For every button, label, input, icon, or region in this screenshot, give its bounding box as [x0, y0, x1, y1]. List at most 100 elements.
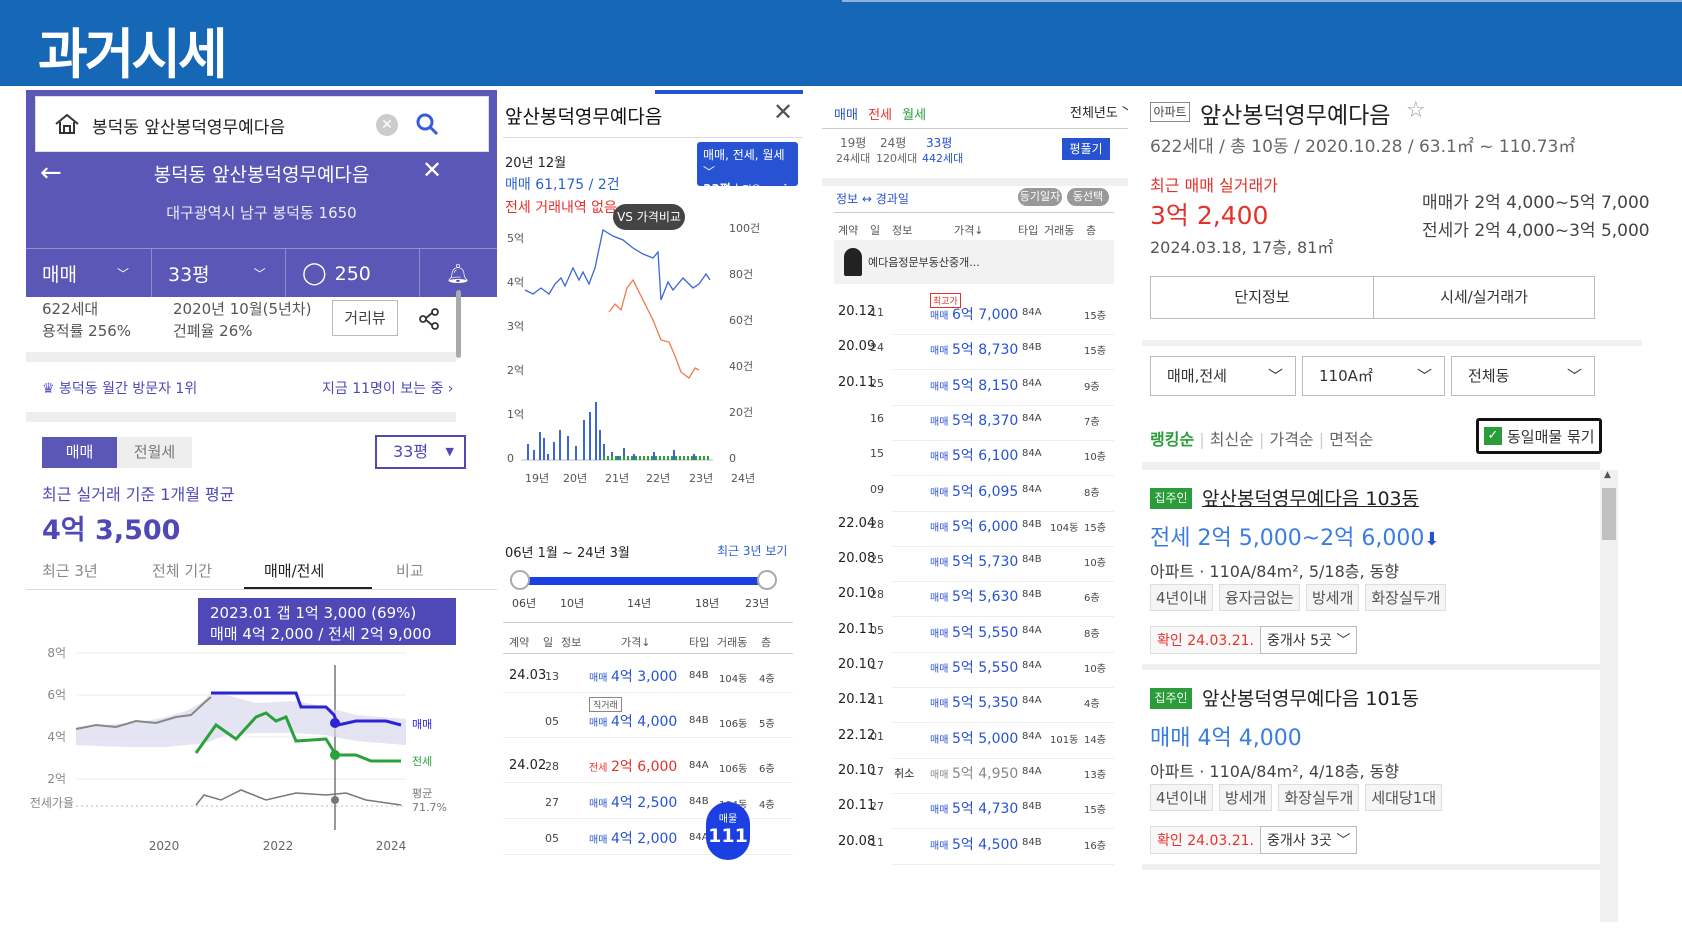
sort-area[interactable]: 면적순 [1329, 430, 1373, 449]
table-row[interactable]: 24.02 28 전세 2억 6,000 84A 106동 6층 [503, 750, 793, 784]
agent-row[interactable]: 예다음정문부동산중개... [834, 240, 1114, 284]
column-header[interactable]: 일 [543, 634, 553, 650]
size-select[interactable]: 33평 ﹀ [152, 249, 286, 298]
column-header[interactable]: 가격↓ [621, 634, 650, 650]
table-row[interactable]: 20.10 17 매매 5억 5,550 84A 10층 [834, 653, 1114, 688]
search-icon[interactable] [414, 111, 440, 137]
live-viewers-link[interactable]: 지금 11명이 보는 중 › [322, 378, 453, 398]
table-row[interactable]: 15 매매 5억 6,100 84A 10층 [834, 441, 1114, 477]
area-filter[interactable]: 110A㎡ ﹀ [1302, 356, 1445, 396]
listings-fab[interactable]: 매물 111 [706, 802, 750, 860]
building-select-pill[interactable]: 동선택 [1067, 188, 1109, 206]
table-row[interactable]: 20.10 17 취소 매매 5억 4,950 84A 13층 [834, 759, 1114, 794]
period-tab-sale-jeonse[interactable]: 매매/전세 [264, 560, 324, 581]
table-row[interactable]: 20.11 25 매매 5억 8,150 84A 9층 [834, 371, 1114, 406]
sort-latest[interactable]: 최신순 [1210, 430, 1254, 449]
building-filter[interactable]: 전체동 ﹀ [1451, 356, 1595, 396]
toggle-rent[interactable]: 전월세 [117, 437, 192, 468]
period-tab-all[interactable]: 전체 기간 [152, 560, 212, 581]
column-header[interactable]: 정보 [892, 222, 912, 238]
listing-card[interactable]: 집주인 앞산봉덕영무예다음 101동 매매 4억 4,000 아파트 · 110A/8… [1142, 678, 1600, 870]
size-dropdown[interactable]: 33평 ▼ [375, 435, 466, 469]
jeonse-volume-bar [607, 456, 609, 460]
star-icon[interactable]: ☆ [1406, 98, 1426, 123]
table-row[interactable]: 22.12 01 매매 5억 5,000 84A 101동 14층 [834, 724, 1114, 759]
close-icon[interactable]: ✕ [422, 156, 442, 184]
share-icon[interactable] [418, 308, 440, 330]
tab-jeonse[interactable]: 전세 [868, 108, 892, 123]
group-same-listing-label: 동일매물 묶기 [1507, 428, 1595, 446]
table-row[interactable]: 09 매매 5억 6,095 84A 8층 [834, 477, 1114, 512]
table-row[interactable]: 20.12 11 최고가 매매 6억 7,000 84A 15층 [834, 293, 1114, 335]
deal-type-filter[interactable]: 매매,전세 ﹀ [1150, 356, 1296, 396]
scrollbar[interactable] [456, 290, 461, 358]
column-header[interactable]: 층 [1086, 222, 1096, 238]
toggle-sale[interactable]: 매매 [42, 437, 117, 468]
sort-ranking[interactable]: 랭킹순 [1150, 430, 1194, 449]
registration-date-pill[interactable]: 등기일자 [1018, 188, 1062, 206]
search-box[interactable]: 봉덕동 앞산봉덕영무예다음 ✕ [35, 96, 489, 152]
column-header[interactable]: 거래동 [1044, 222, 1074, 238]
column-header[interactable]: 가격↓ [954, 222, 983, 238]
column-header[interactable]: 타입 [689, 634, 709, 650]
deal-type-select[interactable]: 매매 ﹀ [26, 249, 152, 298]
size-tab-pyeong[interactable]: 19평 [840, 134, 866, 151]
column-header[interactable]: 타입 [1018, 222, 1038, 238]
price-trend-chart[interactable]: 8억 6억 4억 2억전세가율 2020 2022 2024 매매전세평균71.7% [26, 645, 497, 922]
table-row[interactable]: 20.11 27 매매 5억 4,730 84B 15층 [834, 794, 1114, 830]
listing-card[interactable]: 집주인 앞산봉덕영무예다음 103동 전세 2억 5,000~2억 6,000⬇ 아파… [1142, 478, 1600, 670]
column-header[interactable]: 거래동 [717, 634, 747, 650]
range-slider-start-handle[interactable] [510, 570, 530, 590]
scroll-up-icon[interactable]: ▲ [1604, 470, 1611, 480]
table-row[interactable]: 05 직거래 매매 4억 4,000 84B 106동 5층 [503, 697, 793, 739]
range-slider-track[interactable] [519, 577, 769, 585]
table-row[interactable]: 20.12 11 매매 5억 5,350 84A 4층 [834, 688, 1114, 724]
period-tab-compare[interactable]: 비교 [396, 560, 424, 581]
table-row[interactable]: 20.11 05 매매 5억 5,550 84A 8층 [834, 618, 1114, 653]
table-row[interactable]: 20.08 25 매매 5억 5,730 84B 10층 [834, 547, 1114, 583]
scrollbar-thumb[interactable] [1602, 488, 1616, 540]
range-slider-end-handle[interactable] [757, 570, 777, 590]
period-tab-3y[interactable]: 최근 3년 [42, 560, 98, 581]
clear-icon[interactable]: ✕ [376, 114, 398, 136]
sort-price[interactable]: 가격순 [1269, 430, 1313, 449]
listing-title[interactable]: 앞산봉덕영무예다음 103동 [1202, 484, 1419, 511]
scrollbar[interactable]: ▲ [1600, 470, 1618, 922]
tab-sale[interactable]: 매매 [834, 108, 858, 123]
table-row[interactable]: 16 매매 5억 8,370 84A 7층 [834, 406, 1114, 441]
street-view-button[interactable]: 거리뷰 [332, 300, 398, 336]
info-elapsed-toggle[interactable]: 정보 ↔ 경과일 [836, 190, 909, 207]
volume-bar [539, 432, 541, 460]
size-tab-pyeong[interactable]: 24평 [880, 134, 906, 151]
price-history-button[interactable]: 시세/실거래가 [1373, 276, 1595, 319]
agents-dropdown[interactable]: 중개사 3곳 ﹀ [1260, 826, 1358, 854]
close-icon[interactable]: ✕ [773, 98, 793, 126]
column-header[interactable]: 계약 [509, 634, 529, 650]
group-same-listing-toggle[interactable]: ✓ 동일매물 묶기 [1476, 418, 1602, 454]
filter-chip[interactable]: 매매, 전세, 월세 ﹀ 33평 | 전용 84㎡ [697, 142, 798, 196]
column-header[interactable]: 층 [761, 634, 771, 650]
deal-kind: 매매 [930, 558, 949, 570]
table-row[interactable]: 20.09 24 매매 5억 8,730 84B 15층 [834, 335, 1114, 371]
search-input[interactable]: 봉덕동 앞산봉덕영무예다음 [92, 113, 285, 138]
column-header[interactable]: 정보 [561, 634, 581, 650]
tab-monthly[interactable]: 월세 [902, 108, 926, 123]
table-row[interactable]: 24.03 13 매매 4억 3,000 84B 104동 4층 [503, 660, 793, 694]
table-row[interactable]: 20.08 11 매매 5억 4,500 84B 16층 [834, 830, 1114, 865]
agents-dropdown[interactable]: 중개사 5곳 ﹀ [1260, 626, 1358, 654]
table-row[interactable]: 20.10 28 매매 5억 5,630 84B 6층 [834, 582, 1114, 618]
filter-area: 전용 84㎡ [742, 185, 787, 196]
recent-3y-link[interactable]: 최근 3년 보기 [717, 542, 787, 559]
comments-tab[interactable]: ◯ 250 [286, 249, 420, 298]
pyeong-button[interactable]: 평풀기 [1062, 138, 1110, 160]
trade-chart[interactable]: 6억5억4억3억2억1억0120건100건80건60건40건20건019년20년… [503, 220, 803, 530]
complex-info-button[interactable]: 단지정보 [1150, 276, 1374, 319]
contract-day: 28 [870, 588, 884, 602]
size-tab-pyeong[interactable]: 33평 [926, 134, 952, 151]
slider-tick-label: 10년 [560, 597, 585, 610]
column-header[interactable]: 계약 [838, 222, 858, 238]
year-select[interactable]: 전체년도 ﹀ [1070, 102, 1128, 121]
listing-title[interactable]: 앞산봉덕영무예다음 101동 [1202, 684, 1419, 711]
table-row[interactable]: 22.04 28 매매 5억 6,000 84B 104동 15층 [834, 512, 1114, 547]
column-header[interactable]: 일 [870, 222, 880, 238]
